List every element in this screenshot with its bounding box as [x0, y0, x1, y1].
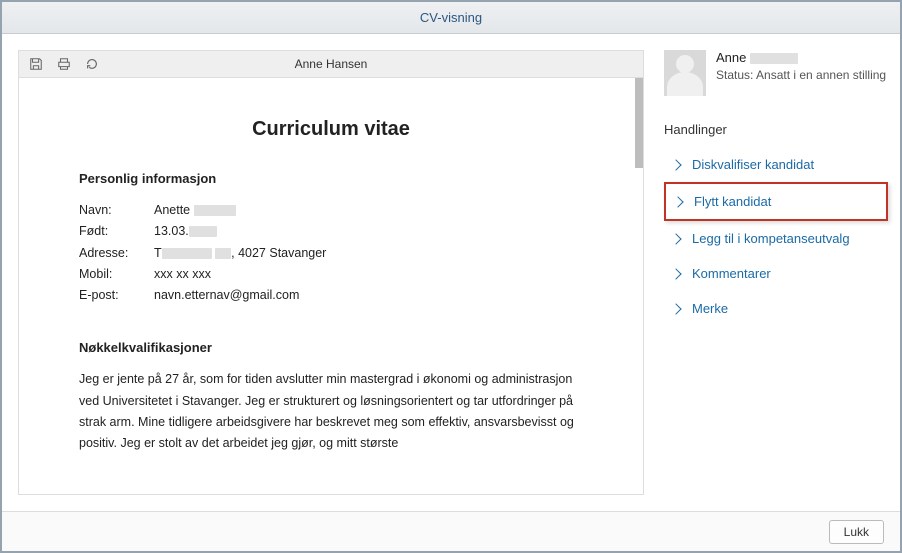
section-keyqual-title: Nøkkelkvalifikasjoner — [79, 340, 583, 355]
label-address: Adresse: — [79, 243, 154, 264]
action-comments[interactable]: Kommentarer — [664, 256, 888, 291]
window-titlebar: CV-visning — [2, 2, 900, 34]
row-email: E-post: navn.etternav@gmail.com — [79, 285, 583, 306]
redacted — [194, 205, 236, 216]
cv-panel: Anne Hansen Curriculum vitae Personlig i… — [2, 34, 660, 511]
action-disqualify[interactable]: Diskvalifiser kandidat — [664, 147, 888, 182]
action-list: Diskvalifiser kandidat Flytt kandidat Le… — [664, 147, 888, 326]
window-title: CV-visning — [420, 10, 482, 25]
doc-body: Curriculum vitae Personlig informasjon N… — [18, 78, 644, 495]
action-label: Diskvalifiser kandidat — [692, 157, 814, 172]
row-born: Født: 13.03. — [79, 221, 583, 242]
close-button[interactable]: Lukk — [829, 520, 884, 544]
content-area: Anne Hansen Curriculum vitae Personlig i… — [2, 34, 900, 511]
row-address: Adresse: T , 4027 Stavanger — [79, 243, 583, 264]
profile-status: Status: Ansatt i en annen stilling — [716, 68, 886, 82]
cv-heading: Curriculum vitae — [79, 118, 583, 141]
action-add-competence[interactable]: Legg til i kompetanseutvalg — [664, 221, 888, 256]
personal-info-table: Navn: Anette Født: 13.03. Adresse: T — [79, 200, 583, 306]
action-move[interactable]: Flytt kandidat — [664, 182, 888, 221]
refresh-icon[interactable] — [85, 57, 99, 71]
chevron-right-icon — [670, 233, 681, 244]
keyqual-text: Jeg er jente på 27 år, som for tiden avs… — [79, 369, 583, 454]
value-email: navn.etternav@gmail.com — [154, 285, 583, 306]
doc-toolbar: Anne Hansen — [18, 50, 644, 78]
footer: Lukk — [2, 511, 900, 551]
action-tag[interactable]: Merke — [664, 291, 888, 326]
profile-block: Anne Status: Ansatt i en annen stilling — [664, 50, 888, 96]
scrollbar-thumb[interactable] — [635, 78, 643, 168]
chevron-right-icon — [672, 196, 683, 207]
action-label: Flytt kandidat — [694, 194, 771, 209]
chevron-right-icon — [670, 303, 681, 314]
redacted — [215, 248, 231, 259]
value-address: T , 4027 Stavanger — [154, 243, 583, 264]
sidebar: Anne Status: Ansatt i en annen stilling … — [660, 34, 900, 511]
redacted — [162, 248, 212, 259]
row-name: Navn: Anette — [79, 200, 583, 221]
actions-heading: Handlinger — [664, 122, 888, 137]
action-label: Kommentarer — [692, 266, 771, 281]
section-personal-title: Personlig informasjon — [79, 171, 583, 186]
avatar — [664, 50, 706, 96]
chevron-right-icon — [670, 268, 681, 279]
redacted — [750, 53, 798, 64]
action-label: Legg til i kompetanseutvalg — [692, 231, 850, 246]
print-icon[interactable] — [57, 57, 71, 71]
profile-name: Anne — [716, 50, 886, 65]
chevron-right-icon — [670, 159, 681, 170]
row-mobile: Mobil: xxx xx xxx — [79, 264, 583, 285]
label-email: E-post: — [79, 285, 154, 306]
save-icon[interactable] — [29, 57, 43, 71]
redacted — [189, 226, 217, 237]
label-mobile: Mobil: — [79, 264, 154, 285]
value-mobile: xxx xx xxx — [154, 264, 583, 285]
label-name: Navn: — [79, 200, 154, 221]
value-name: Anette — [154, 200, 583, 221]
label-born: Født: — [79, 221, 154, 242]
doc-person-name: Anne Hansen — [19, 57, 643, 71]
action-label: Merke — [692, 301, 728, 316]
value-born: 13.03. — [154, 221, 583, 242]
